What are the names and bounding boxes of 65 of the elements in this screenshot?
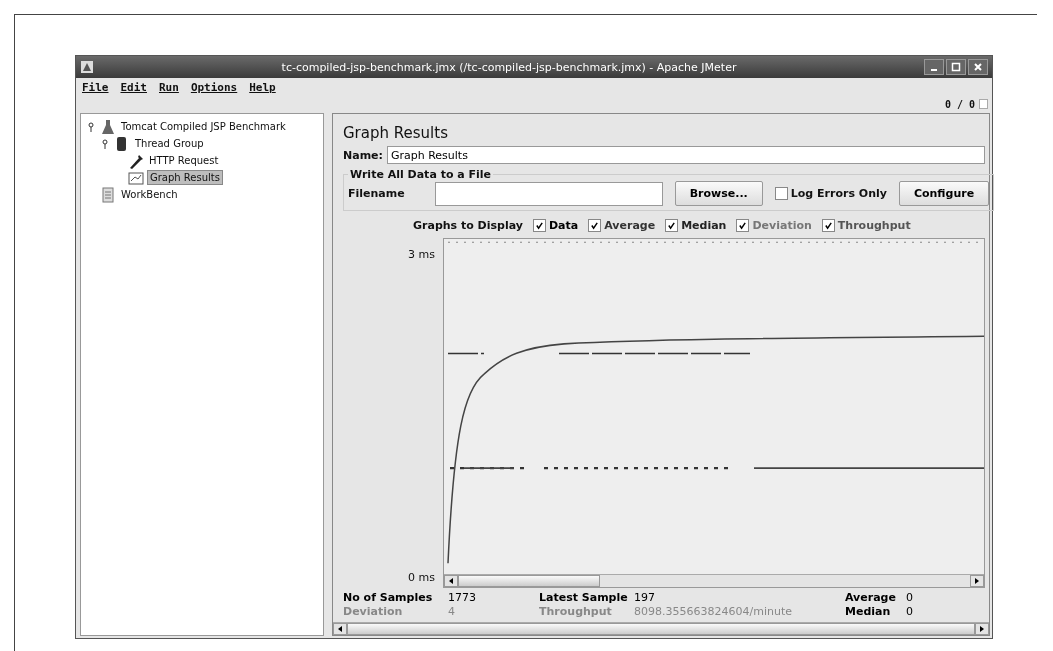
tree-item[interactable]: Tomcat Compiled JSP Benchmark	[119, 120, 288, 133]
graph-checkbox[interactable]: Throughput	[821, 219, 911, 232]
right-arrow-icon[interactable]	[979, 626, 985, 632]
menu-item[interactable]: File	[82, 81, 109, 94]
tree-item[interactable]: HTTP Request	[147, 154, 221, 167]
horizontal-scrollbar[interactable]	[444, 574, 984, 587]
stat-value: 1773	[448, 591, 476, 604]
left-arrow-icon[interactable]	[448, 578, 454, 584]
stat-label: Deviation	[343, 605, 404, 618]
graph-checkbox[interactable]: Deviation	[736, 219, 812, 232]
expand-handle-icon[interactable]	[87, 121, 97, 132]
stat-label: Latest Sample	[539, 591, 629, 604]
log-errors-checkbox[interactable]: Log Errors Only	[774, 187, 887, 200]
maximize-button[interactable]	[946, 59, 966, 75]
left-arrow-icon[interactable]	[337, 626, 343, 632]
app-icon	[80, 60, 94, 74]
status-indicator	[979, 99, 988, 109]
chart-icon	[128, 169, 144, 186]
tree-item[interactable]: Graph Results	[147, 170, 223, 185]
expand-handle-icon[interactable]	[101, 138, 111, 149]
name-label: Name:	[343, 148, 383, 162]
scroll-thumb[interactable]	[458, 575, 600, 587]
stat-label: Throughput	[539, 605, 613, 618]
check-icon	[823, 221, 833, 230]
minimize-icon	[931, 69, 937, 71]
tree-item[interactable]: WorkBench	[119, 188, 180, 201]
stat-value: 8098.355663824604/minute	[634, 605, 792, 618]
graph-checkbox[interactable]: Data	[532, 219, 579, 232]
axis-label: 0 ms	[408, 571, 435, 584]
panel-title: Graph Results	[343, 124, 449, 142]
flask-icon	[100, 118, 116, 135]
close-icon	[973, 62, 983, 72]
check-icon	[590, 221, 600, 230]
filename-label: Filename	[348, 187, 405, 200]
stat-label: Average	[845, 591, 897, 604]
group-title: Write All Data to a File	[349, 168, 493, 181]
clipboard-icon	[100, 186, 116, 203]
graph-checkbox[interactable]: Median	[665, 219, 727, 232]
minimize-button[interactable]	[924, 59, 944, 75]
configure-button[interactable]: Configure	[898, 181, 990, 206]
graphs-label: Graphs to Display	[413, 219, 523, 232]
right-arrow-icon[interactable]	[974, 578, 980, 584]
stat-value: 0	[906, 605, 913, 618]
filename-field[interactable]	[434, 181, 663, 206]
close-button[interactable]	[968, 59, 988, 75]
stat-value: 0	[906, 591, 913, 604]
check-icon	[534, 221, 544, 230]
stat-label: Median	[845, 605, 892, 618]
name-field[interactable]: Graph Results	[386, 146, 985, 164]
stat-value: 197	[634, 591, 655, 604]
axis-label: 3 ms	[408, 248, 435, 261]
stat-value: 4	[448, 605, 455, 618]
menu-item[interactable]: Options	[190, 81, 238, 94]
menu-item[interactable]: Edit	[120, 81, 147, 94]
window-title: tc-compiled-jsp-benchmark.jmx (/tc-compiled-jsp-benchmark.jmx) - Apache JMeter	[280, 60, 738, 74]
check-icon	[738, 221, 748, 230]
thread-counter: 0 / 0	[944, 98, 975, 110]
maximize-icon	[951, 62, 961, 72]
stat-label: No of Samples	[343, 591, 434, 604]
tree-item[interactable]: Thread Group	[133, 137, 206, 150]
graph-checkbox[interactable]: Average	[588, 219, 656, 232]
menu-item[interactable]: Run	[159, 81, 179, 94]
browse-button[interactable]: Browse...	[674, 181, 763, 206]
menu-item[interactable]: Help	[249, 81, 276, 94]
check-icon	[667, 221, 677, 230]
